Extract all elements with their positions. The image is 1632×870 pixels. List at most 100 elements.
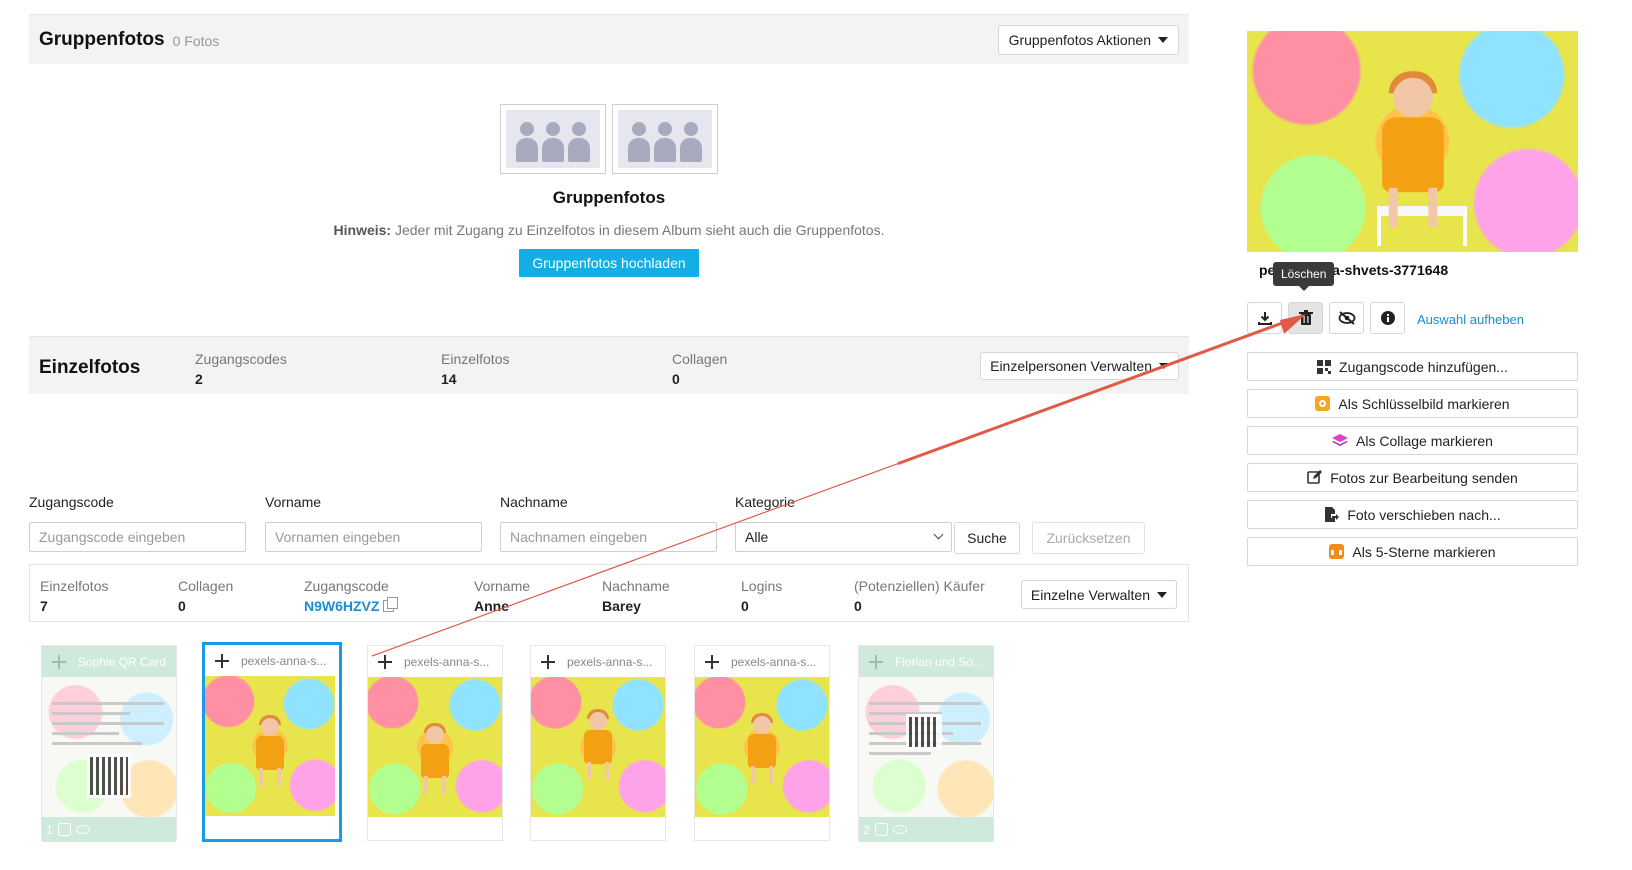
single-photos-header: Einzelfotos Zugangscodes 2 Einzelfotos 1… <box>29 336 1189 394</box>
qr-icon <box>1317 359 1332 374</box>
people-icon <box>506 110 600 168</box>
search-filters: Zugangscode Zugangscode eingeben Vorname… <box>29 494 1189 554</box>
drag-handle-icon[interactable] <box>215 653 229 668</box>
group-photos-title: Gruppenfotos <box>39 28 165 50</box>
mark-collage-button[interactable]: Als Collage markieren <box>1247 426 1578 455</box>
move-photo-button[interactable]: Foto verschieben nach... <box>1247 500 1578 529</box>
mark-five-stars-button[interactable]: Als 5-Sterne markieren <box>1247 537 1578 566</box>
chevron-down-icon <box>933 529 944 540</box>
eye-off-icon <box>1338 311 1355 325</box>
thumbnail-image <box>205 676 335 816</box>
move-file-icon <box>1325 507 1340 522</box>
copy-icon[interactable] <box>383 597 399 612</box>
drag-handle-icon[interactable] <box>705 654 719 669</box>
stat-label: Collagen <box>672 351 728 367</box>
drag-handle-icon[interactable] <box>52 654 66 669</box>
thumbnail-name: pexels-anna-s... <box>567 654 653 669</box>
collage-icon <box>57 823 71 836</box>
last-name-input[interactable]: Nachnamen eingeben <box>500 522 717 552</box>
thumbnail-name: Florian und So... <box>895 654 984 669</box>
manage-single-button[interactable]: Einzelne Verwalten <box>1020 580 1177 609</box>
edit-icon <box>1307 470 1323 484</box>
action-label: Als Collage markieren <box>1356 432 1493 449</box>
category-selected-value: Alle <box>745 529 769 545</box>
stat-label: Vorname <box>474 578 531 594</box>
drag-handle-icon[interactable] <box>869 654 883 669</box>
photo-thumbnail-selected[interactable]: pexels-anna-s... <box>202 642 342 842</box>
person-access-code: Zugangscode N9W6HZVZ <box>304 578 399 614</box>
hint-text: Jeder mit Zugang zu Einzelfotos in diese… <box>391 222 885 238</box>
stat-label: Collagen <box>178 578 234 594</box>
delete-button[interactable] <box>1288 302 1323 334</box>
upload-group-photos-button[interactable]: Gruppenfotos hochladen <box>519 249 699 277</box>
keyframe-icon <box>1315 396 1331 411</box>
stat-label: Nachname <box>602 578 670 594</box>
access-code-link[interactable]: N9W6HZVZ <box>304 598 379 614</box>
category-select[interactable]: Alle <box>735 522 952 552</box>
photo-action-icons <box>1247 302 1405 334</box>
thumbnail-name: pexels-anna-s... <box>404 654 490 669</box>
people-icon <box>618 110 712 168</box>
download-button[interactable] <box>1247 302 1282 334</box>
caret-down-icon <box>1157 591 1167 598</box>
action-label: Foto verschieben nach... <box>1347 506 1501 523</box>
mark-keyframe-button[interactable]: Als Schlüsselbild markieren <box>1247 389 1578 418</box>
single-photos-title: Einzelfotos <box>39 357 141 378</box>
access-code-label: Zugangscode <box>29 494 114 510</box>
stat-single-photos: Einzelfotos 14 <box>441 351 509 387</box>
send-for-editing-button[interactable]: Fotos zur Bearbeitung senden <box>1247 463 1578 492</box>
stat-label: Einzelfotos <box>40 578 109 594</box>
add-access-code-button[interactable]: Zugangscode hinzufügen... <box>1247 352 1578 381</box>
photo-thumbnail[interactable]: pexels-anna-s... <box>694 645 830 841</box>
action-label: Zugangscode hinzufügen... <box>1339 358 1508 375</box>
hint-label: Hinweis: <box>333 222 392 238</box>
selected-photo-preview <box>1247 31 1578 252</box>
action-label: Als 5-Sterne markieren <box>1352 543 1496 560</box>
stat-label: (Potenziellen) Käufer <box>854 578 985 594</box>
manage-individuals-button[interactable]: Einzelpersonen Verwalten <box>980 352 1179 380</box>
thumbnail-badge-count: 2 <box>863 822 870 837</box>
info-button[interactable] <box>1370 302 1405 334</box>
group-placeholder-image <box>612 104 718 174</box>
person-collages: Collagen 0 <box>178 578 233 614</box>
group-photos-count: 0 Fotos <box>172 32 220 49</box>
search-button[interactable]: Suche <box>954 522 1020 554</box>
photo-thumbnail[interactable]: Florian und So... 2 <box>858 645 994 842</box>
thumbnail-name: pexels-anna-s... <box>241 653 327 668</box>
deselect-link[interactable]: Auswahl aufheben <box>1417 312 1524 327</box>
photo-thumbnail[interactable]: pexels-anna-s... <box>530 645 666 841</box>
stat-label: Zugangscodes <box>195 351 287 367</box>
stat-value: 0 <box>741 598 749 614</box>
photo-action-list: Zugangscode hinzufügen... Als Schlüsselb… <box>1247 352 1578 574</box>
thumbnail-name: Sophie QR Card <box>78 654 167 669</box>
first-name-filter: Vorname Vornamen eingeben <box>265 494 482 552</box>
download-icon <box>1257 312 1272 325</box>
stat-collages: Collagen 0 <box>672 351 727 387</box>
category-label: Kategorie <box>735 494 795 510</box>
photo-thumbnail[interactable]: pexels-anna-s... <box>367 645 503 841</box>
photo-thumbnail[interactable]: Sophie QR Card 1 <box>41 645 177 842</box>
empty-state-hint: Hinweis: Jeder mit Zugang zu Einzelfotos… <box>29 222 1189 238</box>
stat-label: Zugangscode <box>304 578 389 594</box>
drag-handle-icon[interactable] <box>378 654 392 669</box>
access-code-input[interactable]: Zugangscode eingeben <box>29 522 246 552</box>
stat-value: Barey <box>602 598 641 614</box>
delete-tooltip: Löschen <box>1273 262 1335 291</box>
first-name-input[interactable]: Vornamen eingeben <box>265 522 482 552</box>
thumbnail-image <box>695 677 829 817</box>
thumbnail-image <box>531 677 665 817</box>
category-filter: Kategorie Alle <box>735 494 952 552</box>
hide-button[interactable] <box>1329 302 1364 334</box>
thumbnail-image <box>859 677 993 817</box>
drag-handle-icon[interactable] <box>541 654 555 669</box>
stat-value: 0 <box>672 371 680 387</box>
group-photos-actions-button[interactable]: Gruppenfotos Aktionen <box>997 25 1179 55</box>
collage-icon <box>874 823 888 836</box>
empty-state-title: Gruppenfotos <box>552 188 666 207</box>
stat-access-codes: Zugangscodes 2 <box>195 351 287 387</box>
thumbnail-name: pexels-anna-s... <box>731 654 817 669</box>
group-photos-empty-state: Gruppenfotos Hinweis: Jeder mit Zugang z… <box>29 104 1189 277</box>
qr-code-icon <box>906 714 942 750</box>
reset-button[interactable]: Zurücksetzen <box>1032 522 1145 554</box>
stat-value: 2 <box>195 371 203 387</box>
